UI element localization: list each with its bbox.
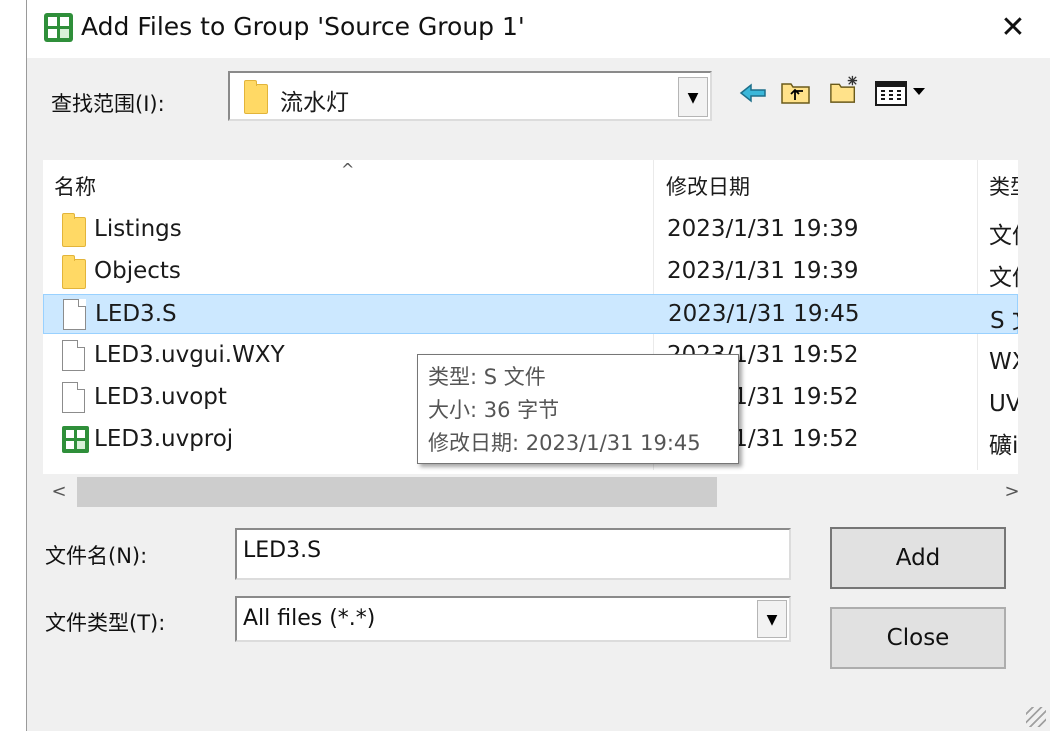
file-name: LED3.uvproj (94, 426, 234, 452)
filename-label: 文件名(N): (45, 544, 148, 568)
file-date: 2023/1/31 19:45 (668, 301, 860, 327)
folder-icon (62, 213, 86, 247)
list-item-objects[interactable]: Objects 2023/1/31 19:39 文件夹 (43, 252, 1018, 292)
back-icon[interactable] (737, 78, 771, 108)
lookin-label: 查找范围(I): (51, 92, 165, 116)
filetype-select[interactable]: All files (*.*) ▼ (235, 596, 791, 642)
add-button[interactable]: Add (830, 527, 1006, 589)
column-header-date[interactable]: 修改日期 (655, 160, 977, 208)
folder-icon (244, 80, 268, 114)
close-button[interactable]: Close (830, 607, 1006, 669)
chevron-down-icon[interactable]: ▼ (757, 600, 787, 638)
scroll-left-icon[interactable]: < (47, 480, 71, 504)
file-info-tooltip: 类型: S 文件 大小: 36 字节 修改日期: 2023/1/31 19:45 (417, 354, 739, 464)
file-icon (62, 382, 85, 413)
file-type: WXY 文件 (989, 349, 1018, 375)
filename-input[interactable]: LED3.S (235, 528, 791, 580)
file-name: Listings (94, 216, 182, 242)
scrollbar-thumb[interactable] (77, 477, 717, 507)
file-name: LED3.uvgui.WXY (94, 342, 285, 368)
uvision-project-icon (62, 426, 89, 453)
uvision-icon (44, 13, 73, 42)
file-type: UVOPT 文件 (989, 391, 1018, 417)
file-name: Objects (94, 258, 181, 284)
tooltip-type: 类型: S 文件 (428, 365, 546, 389)
file-type: S 文件 (990, 308, 1018, 334)
resize-grip[interactable] (1026, 707, 1046, 727)
file-icon (63, 299, 86, 330)
folder-icon (62, 255, 86, 289)
file-name: LED3.S (95, 301, 177, 327)
file-icon (62, 340, 85, 371)
new-folder-icon[interactable] (827, 74, 861, 104)
file-name: LED3.uvopt (94, 384, 227, 410)
add-files-dialog: Add Files to Group 'Source Group 1' ✕ 查找… (26, 0, 1050, 731)
tooltip-modified: 修改日期: 2023/1/31 19:45 (428, 431, 701, 455)
window-title: Add Files to Group 'Source Group 1' (81, 12, 525, 41)
column-header-type[interactable]: 类型 (978, 160, 1018, 208)
tooltip-size: 大小: 36 字节 (428, 398, 560, 422)
filetype-value: All files (*.*) (243, 606, 376, 631)
column-header-name[interactable]: 名称 (43, 160, 653, 208)
chevron-down-icon[interactable]: ▼ (678, 77, 708, 117)
file-date: 2023/1/31 19:39 (667, 216, 859, 242)
file-date: 2023/1/31 19:39 (667, 258, 859, 284)
view-menu-icon[interactable] (873, 78, 933, 108)
file-type: 文件夹 (989, 223, 1018, 249)
up-folder-icon[interactable] (779, 76, 813, 106)
filetype-label: 文件类型(T): (45, 611, 166, 635)
lookin-value: 流水灯 (280, 90, 349, 116)
lookin-combo[interactable]: 流水灯 ▼ (228, 71, 712, 121)
list-item-listings[interactable]: Listings 2023/1/31 19:39 文件夹 (43, 210, 1018, 250)
file-type: 文件夹 (989, 265, 1018, 291)
file-type: 礦ision4 Project (989, 433, 1018, 459)
list-item-led3-s[interactable]: LED3.S 2023/1/31 19:45 S 文件 (43, 294, 1018, 334)
close-icon[interactable]: ✕ (993, 8, 1033, 48)
title-bar: Add Files to Group 'Source Group 1' ✕ (27, 0, 1050, 58)
horizontal-scrollbar[interactable]: < > (43, 474, 1020, 510)
scroll-right-icon[interactable]: > (1000, 480, 1024, 504)
